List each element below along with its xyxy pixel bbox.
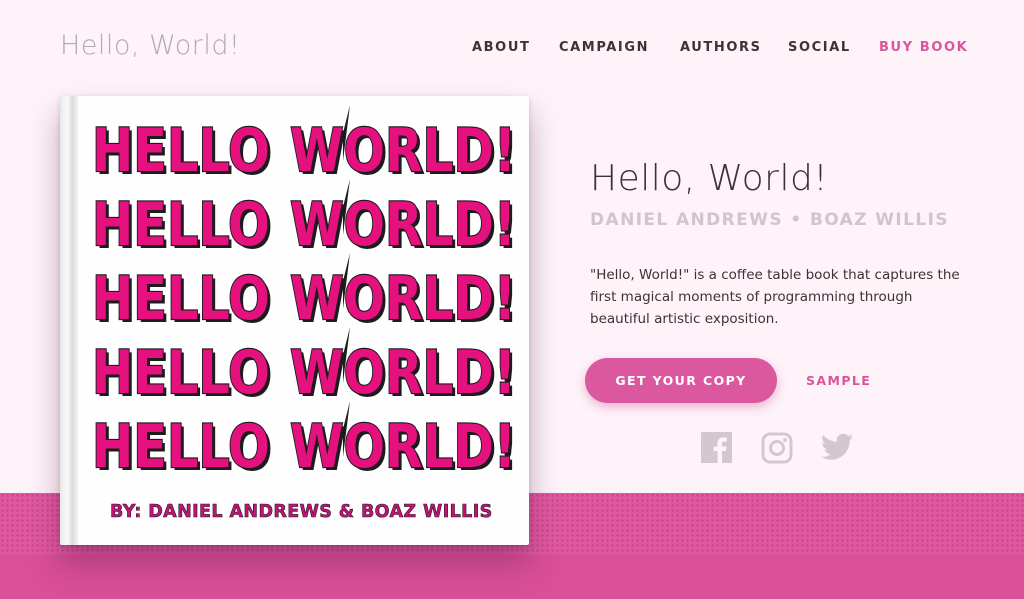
book-title: Hello, World! bbox=[590, 158, 829, 199]
site-logo[interactable]: Hello, World! bbox=[60, 30, 240, 61]
twitter-icon[interactable] bbox=[821, 432, 853, 464]
cover-world-text: WORLD! bbox=[290, 190, 516, 260]
nav-social[interactable]: SOCIAL bbox=[788, 40, 851, 55]
cover-world-text: WORLD! bbox=[290, 264, 516, 334]
facebook-icon[interactable] bbox=[701, 432, 732, 464]
cover-hello-text: HELLO bbox=[92, 338, 270, 408]
cover-hello-text: HELLO bbox=[92, 190, 270, 260]
nav-buy-book[interactable]: BUY BOOK bbox=[879, 40, 968, 55]
main-nav: ABOUT CAMPAIGN AUTHORS SOCIAL BUY BOOK bbox=[472, 40, 972, 60]
cover-world-text: WORLD! bbox=[290, 338, 516, 408]
book-authors: DANIEL ANDREWS • BOAZ WILLIS bbox=[590, 210, 949, 230]
cover-art: HELLOHELLO WORLD!WORLD!HELLOHELLO WORLD!WO… bbox=[91, 105, 519, 485]
nav-authors[interactable]: AUTHORS bbox=[680, 40, 762, 55]
book-description: "Hello, World!" is a coffee table book t… bbox=[590, 267, 960, 327]
cover-world-text: WORLD! bbox=[290, 412, 516, 482]
cover-byline: BY: DANIEL ANDREWS & BOAZ WILLIS bbox=[110, 502, 493, 523]
get-your-copy-button[interactable]: GET YOUR COPY bbox=[585, 358, 777, 403]
cover-hello-text: HELLO bbox=[92, 264, 270, 334]
sample-link[interactable]: SAMPLE bbox=[806, 373, 871, 388]
nav-about[interactable]: ABOUT bbox=[472, 40, 530, 55]
cover-world-text: WORLD! bbox=[290, 116, 516, 186]
book-cover: HELLO HELLO WORLD! WORLD! HELLO HELLO WORLD! WO… bbox=[60, 96, 529, 545]
footer-band bbox=[0, 555, 1024, 599]
cover-hello-text: HELLO bbox=[92, 116, 270, 186]
cover-hello-text: HELLO bbox=[92, 412, 270, 482]
instagram-icon[interactable] bbox=[761, 432, 793, 464]
nav-campaign[interactable]: CAMPAIGN bbox=[559, 40, 649, 55]
